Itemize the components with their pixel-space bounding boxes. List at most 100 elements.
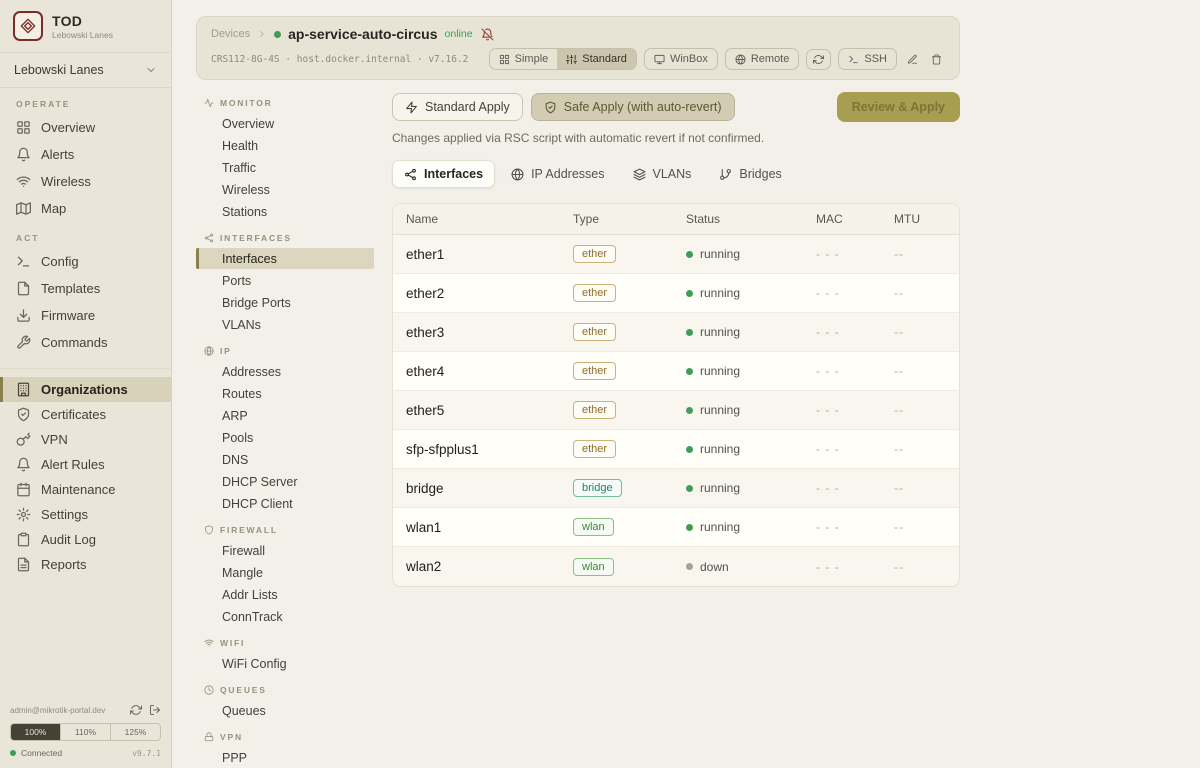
activity-icon — [204, 98, 214, 108]
building-icon — [16, 382, 31, 397]
sidebar-item-commands[interactable]: Commands — [0, 329, 171, 356]
zoom-110-button[interactable]: 110% — [61, 724, 111, 740]
sidebar-item-label: Map — [41, 201, 66, 216]
mac-value: - - - — [803, 442, 881, 456]
subnav-item-dhcp-client[interactable]: DHCP Client — [196, 493, 374, 514]
mtu-value: -- — [881, 325, 959, 339]
interfaces-table: Name Type Status MAC MTU ether1 ether ru… — [392, 203, 960, 587]
review-apply-button[interactable]: Review & Apply — [837, 92, 960, 122]
subnav-item-stations[interactable]: Stations — [196, 201, 374, 222]
sidebar-item-overview[interactable]: Overview — [0, 114, 171, 141]
status-label: running — [700, 247, 740, 261]
subnav-item-routes[interactable]: Routes — [196, 383, 374, 404]
clock-icon — [204, 685, 214, 695]
table-row[interactable]: ether4 ether running - - - -- — [393, 352, 959, 391]
standard-mode-button[interactable]: Standard — [557, 49, 636, 69]
subnav-item-dhcp-server[interactable]: DHCP Server — [196, 471, 374, 492]
refresh-button[interactable] — [806, 49, 831, 70]
sidebar-item-wireless[interactable]: Wireless — [0, 168, 171, 195]
sidebar-item-reports[interactable]: Reports — [0, 552, 171, 577]
tab-vlans[interactable]: VLANs — [621, 160, 704, 188]
remote-button[interactable]: Remote — [725, 48, 800, 70]
sidebar-item-alerts[interactable]: Alerts — [0, 141, 171, 168]
interface-name: ether5 — [393, 403, 560, 418]
remote-label: Remote — [751, 53, 790, 65]
subnav-item-traffic[interactable]: Traffic — [196, 157, 374, 178]
sidebar-item-config[interactable]: Config — [0, 248, 171, 275]
network-icon — [404, 168, 417, 181]
winbox-button[interactable]: WinBox — [644, 48, 718, 70]
sidebar-item-templates[interactable]: Templates — [0, 275, 171, 302]
subnav-section-label: INTERFACES — [220, 233, 292, 243]
sidebar-section-act: ACT — [0, 222, 171, 248]
subnav-item-queues[interactable]: Queues — [196, 700, 374, 721]
subnav-item-health[interactable]: Health — [196, 135, 374, 156]
subnav-item-dns[interactable]: DNS — [196, 449, 374, 470]
table-row[interactable]: wlan2 wlan down - - - -- — [393, 547, 959, 586]
sidebar-item-label: Overview — [41, 120, 95, 135]
sidebar-item-certificates[interactable]: Certificates — [0, 402, 171, 427]
sidebar-item-map[interactable]: Map — [0, 195, 171, 222]
subnav-item-arp[interactable]: ARP — [196, 405, 374, 426]
monitor-icon — [654, 54, 665, 65]
sidebar-item-audit-log[interactable]: Audit Log — [0, 527, 171, 552]
subnav-item-pools[interactable]: Pools — [196, 427, 374, 448]
app-version: v9.7.1 — [132, 749, 161, 758]
subnav-item-ports[interactable]: Ports — [196, 270, 374, 291]
table-row[interactable]: ether5 ether running - - - -- — [393, 391, 959, 430]
zoom-100-button[interactable]: 100% — [11, 724, 61, 740]
mac-value: - - - — [803, 403, 881, 417]
sidebar-item-label: Settings — [41, 507, 88, 522]
subnav-item-conntrack[interactable]: ConnTrack — [196, 606, 374, 627]
logout-icon[interactable] — [149, 704, 161, 716]
sidebar-item-vpn[interactable]: VPN — [0, 427, 171, 452]
table-row[interactable]: ether1 ether running - - - -- — [393, 235, 959, 274]
subnav-item-addr-lists[interactable]: Addr Lists — [196, 584, 374, 605]
bell-off-icon[interactable] — [481, 28, 494, 41]
edit-button[interactable] — [904, 50, 921, 69]
status-label: running — [700, 520, 740, 534]
subnav-item-mangle[interactable]: Mangle — [196, 562, 374, 583]
subnav-item-wifi-config[interactable]: WiFi Config — [196, 653, 374, 674]
refresh-icon[interactable] — [130, 704, 142, 716]
app-logo — [13, 11, 43, 41]
tab-bridges[interactable]: Bridges — [707, 160, 793, 188]
mac-value: - - - — [803, 481, 881, 495]
subnav-item-interfaces[interactable]: Interfaces — [196, 248, 374, 269]
interface-name: bridge — [393, 481, 560, 496]
subnav-item-overview[interactable]: Overview — [196, 113, 374, 134]
table-row[interactable]: ether3 ether running - - - -- — [393, 313, 959, 352]
ssh-button[interactable]: SSH — [838, 48, 897, 70]
table-row[interactable]: sfp-sfpplus1 ether running - - - -- — [393, 430, 959, 469]
table-row[interactable]: wlan1 wlan running - - - -- — [393, 508, 959, 547]
mtu-value: -- — [881, 442, 959, 456]
standard-apply-button[interactable]: Standard Apply — [392, 93, 523, 121]
status-dot — [686, 251, 693, 258]
table-row[interactable]: ether2 ether running - - - -- — [393, 274, 959, 313]
org-selector[interactable]: Lebowski Lanes — [0, 53, 171, 88]
globe-icon — [204, 346, 214, 356]
safe-apply-button[interactable]: Safe Apply (with auto-revert) — [531, 93, 735, 121]
device-online-dot — [274, 31, 281, 38]
tab-interfaces[interactable]: Interfaces — [392, 160, 495, 188]
subnav-item-ppp[interactable]: PPP — [196, 747, 374, 768]
subnav-item-bridge-ports[interactable]: Bridge Ports — [196, 292, 374, 313]
subnav-item-firewall[interactable]: Firewall — [196, 540, 374, 561]
sidebar-item-firmware[interactable]: Firmware — [0, 302, 171, 329]
sidebar-item-organizations[interactable]: Organizations — [0, 377, 171, 402]
simple-mode-button[interactable]: Simple — [490, 49, 558, 69]
sidebar-item-settings[interactable]: Settings — [0, 502, 171, 527]
file-text-icon — [16, 557, 31, 572]
breadcrumb-devices-link[interactable]: Devices — [211, 28, 250, 40]
sidebar-item-maintenance[interactable]: Maintenance — [0, 477, 171, 502]
subnav-item-wireless[interactable]: Wireless — [196, 179, 374, 200]
sidebar-item-label: Config — [41, 254, 79, 269]
table-row[interactable]: bridge bridge running - - - -- — [393, 469, 959, 508]
mac-value: - - - — [803, 364, 881, 378]
subnav-item-vlans[interactable]: VLANs — [196, 314, 374, 335]
subnav-item-addresses[interactable]: Addresses — [196, 361, 374, 382]
delete-button[interactable] — [928, 50, 945, 69]
sidebar-item-alert-rules[interactable]: Alert Rules — [0, 452, 171, 477]
zoom-125-button[interactable]: 125% — [111, 724, 160, 740]
tab-ip-addresses[interactable]: IP Addresses — [499, 160, 616, 188]
